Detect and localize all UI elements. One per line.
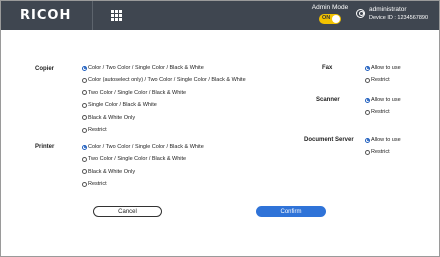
- admin-mode-label: Admin Mode: [311, 4, 349, 11]
- document-server-option[interactable]: Restrict: [365, 148, 390, 156]
- radio-icon[interactable]: [82, 156, 87, 162]
- printer-option[interactable]: Restrict: [82, 180, 107, 188]
- fax-option-label: Allow to use: [371, 65, 401, 71]
- admin-mode: Admin Mode ON: [307, 4, 353, 29]
- printer-option-label: Color / Two Color / Single Color / Black…: [88, 144, 204, 150]
- radio-icon[interactable]: [82, 90, 87, 96]
- fax-option-label: Restrict: [371, 77, 390, 83]
- toggle-knob: [332, 15, 340, 23]
- document-server-option-label: Allow to use: [371, 137, 401, 143]
- copier-option[interactable]: Restrict: [82, 126, 107, 134]
- copier-option-label: Single Color / Black & White: [88, 102, 157, 109]
- radio-selected-icon[interactable]: [365, 137, 370, 143]
- user-name: administrator: [369, 6, 407, 13]
- screen-frame: RICOH Admin Mode ON administrator Device…: [0, 0, 440, 257]
- app-grid-icon[interactable]: [111, 10, 122, 21]
- fax-option[interactable]: Allow to use: [365, 64, 401, 72]
- printer-option[interactable]: Black & White Only: [82, 168, 135, 176]
- printer-label: Printer: [35, 144, 55, 150]
- scanner-option-label: Restrict: [371, 109, 390, 115]
- copier-label: Copier: [35, 66, 55, 72]
- printer-option-label: Restrict: [88, 181, 107, 188]
- copier-option[interactable]: Color / Two Color / Single Color / Black…: [82, 64, 204, 72]
- document-server-label: Document Server: [304, 137, 354, 143]
- copier-option-label: Color / Two Color / Single Color / Black…: [88, 65, 204, 71]
- document-server-option-label: Restrict: [371, 149, 390, 155]
- scanner-option-label: Allow to use: [371, 97, 401, 103]
- user-icon[interactable]: [356, 9, 365, 18]
- radio-icon[interactable]: [365, 109, 370, 115]
- printer-option-label: Two Color / Single Color / Black & White: [88, 156, 187, 163]
- fax-option[interactable]: Restrict: [365, 76, 390, 84]
- fax-label: Fax: [322, 65, 333, 71]
- copier-option-label: Restrict: [88, 127, 107, 133]
- document-server-option[interactable]: Allow to use: [365, 136, 401, 144]
- scanner-label: Scanner: [316, 97, 340, 103]
- copier-option[interactable]: Black & White Only: [82, 114, 135, 122]
- radio-icon[interactable]: [82, 169, 87, 175]
- radio-icon[interactable]: [82, 77, 87, 83]
- radio-icon[interactable]: [82, 102, 87, 108]
- radio-icon[interactable]: [365, 77, 370, 83]
- copier-option[interactable]: Single Color / Black & White: [82, 101, 157, 109]
- scanner-option[interactable]: Restrict: [365, 108, 390, 116]
- scanner-option[interactable]: Allow to use: [365, 96, 401, 104]
- radio-selected-icon[interactable]: [82, 144, 87, 150]
- radio-selected-icon[interactable]: [365, 65, 370, 71]
- header-divider: [92, 1, 93, 30]
- radio-icon[interactable]: [82, 181, 87, 187]
- copier-option[interactable]: Two Color / Single Color / Black & White: [82, 89, 186, 97]
- copier-option[interactable]: Color (autoselect only) / Two Color / Si…: [82, 76, 246, 84]
- printer-option[interactable]: Two Color / Single Color / Black & White: [82, 155, 186, 163]
- top-bar: RICOH Admin Mode ON administrator Device…: [1, 1, 439, 30]
- radio-selected-icon[interactable]: [82, 65, 87, 71]
- radio-icon[interactable]: [82, 115, 87, 121]
- printer-option[interactable]: Color / Two Color / Single Color / Black…: [82, 143, 204, 151]
- admin-mode-toggle[interactable]: ON: [319, 14, 341, 24]
- admin-toggle-state: ON: [322, 15, 331, 21]
- printer-option-label: Black & White Only: [88, 168, 136, 175]
- copier-option-label: Two Color / Single Color / Black & White: [88, 89, 187, 96]
- device-id: Device ID : 1234567890: [369, 15, 429, 21]
- confirm-button[interactable]: Confirm: [256, 206, 326, 217]
- ricoh-logo: RICOH: [20, 8, 72, 23]
- radio-icon[interactable]: [365, 149, 370, 155]
- copier-option-label: Color (autoselect only) / Two Color / Si…: [88, 77, 246, 84]
- copier-option-label: Black & White Only: [88, 114, 136, 121]
- radio-selected-icon[interactable]: [365, 97, 370, 103]
- radio-icon[interactable]: [82, 127, 87, 133]
- cancel-button[interactable]: Cancel: [93, 206, 162, 217]
